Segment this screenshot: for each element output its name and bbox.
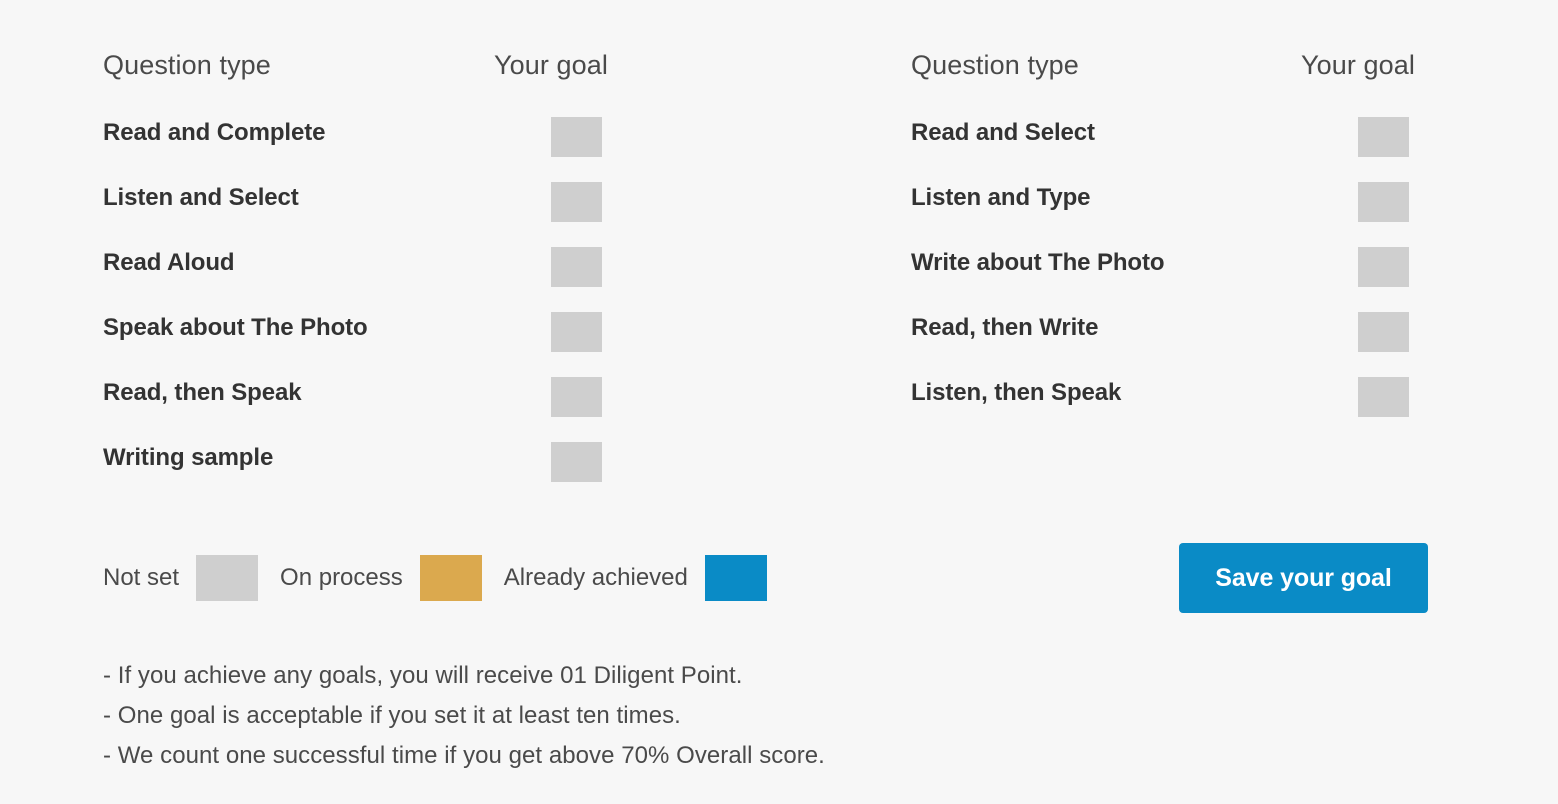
table-row: Listen and Type: [911, 180, 1471, 245]
question-type-column-right: Question type Your goal Read and Select …: [911, 48, 1471, 440]
column-header-your-goal: Your goal: [1301, 50, 1416, 80]
question-type-column-left: Question type Your goal Read and Complet…: [103, 48, 753, 505]
table-row: Read, then Write: [911, 310, 1471, 375]
column-header-your-goal: Your goal: [494, 50, 609, 80]
table-row: Write about The Photo: [911, 245, 1471, 310]
question-type-label: Writing sample: [103, 444, 274, 471]
table-row: Read and Select: [911, 115, 1471, 180]
question-rows-right: Read and Select Listen and Type Write ab…: [911, 115, 1471, 440]
goal-state-box[interactable]: [551, 377, 602, 417]
goal-state-box[interactable]: [551, 442, 602, 482]
legend-item-already-achieved: Already achieved: [504, 553, 767, 603]
goal-state-box[interactable]: [551, 312, 602, 352]
legend-swatch-not-set: [196, 555, 259, 601]
question-type-label: Listen, then Speak: [911, 379, 1122, 406]
goal-setting-page: Question type Your goal Read and Complet…: [0, 0, 1558, 804]
question-type-label: Read Aloud: [103, 249, 235, 276]
question-type-label: Read, then Write: [911, 314, 1099, 341]
goal-state-box[interactable]: [1358, 377, 1409, 417]
note-line: - We count one successful time if you ge…: [103, 742, 825, 769]
goal-state-box[interactable]: [1358, 247, 1409, 287]
save-your-goal-button[interactable]: Save your goal: [1179, 543, 1428, 613]
question-type-label: Write about The Photo: [911, 249, 1165, 276]
table-row: Read Aloud: [103, 245, 753, 310]
legend: Not set On process Already achieved: [103, 553, 767, 603]
legend-item-on-process: On process: [280, 553, 504, 603]
table-row: Speak about The Photo: [103, 310, 753, 375]
legend-label: On process: [280, 564, 403, 591]
question-type-label: Read and Complete: [103, 119, 326, 146]
goal-state-box[interactable]: [551, 182, 602, 222]
question-rows-left: Read and Complete Listen and Select Read…: [103, 115, 753, 505]
note-line: - One goal is acceptable if you set it a…: [103, 702, 681, 729]
question-type-label: Read, then Speak: [103, 379, 302, 406]
table-row: Writing sample: [103, 440, 753, 505]
question-type-label: Listen and Select: [103, 184, 299, 211]
column-header-question-type: Question type: [103, 50, 271, 80]
notes-list: - If you achieve any goals, you will rec…: [103, 656, 1103, 776]
goal-state-box[interactable]: [1358, 312, 1409, 352]
note-line: - If you achieve any goals, you will rec…: [103, 662, 743, 689]
table-row: Read, then Speak: [103, 375, 753, 440]
goal-state-box[interactable]: [551, 247, 602, 287]
legend-swatch-on-process: [419, 555, 482, 601]
goal-state-box[interactable]: [551, 117, 602, 157]
question-type-label: Speak about The Photo: [103, 314, 368, 341]
goal-state-box[interactable]: [1358, 117, 1409, 157]
column-header-question-type: Question type: [911, 50, 1079, 80]
column-header-right: Question type Your goal: [911, 48, 1471, 94]
question-type-label: Read and Select: [911, 119, 1095, 146]
goal-state-box[interactable]: [1358, 182, 1409, 222]
legend-label: Not set: [103, 564, 180, 591]
table-row: Listen and Select: [103, 180, 753, 245]
legend-swatch-already-achieved: [704, 555, 767, 601]
legend-label: Already achieved: [503, 564, 688, 591]
table-row: Read and Complete: [103, 115, 753, 180]
question-type-label: Listen and Type: [911, 184, 1091, 211]
legend-item-not-set: Not set: [103, 553, 280, 603]
column-header-left: Question type Your goal: [103, 48, 753, 94]
table-row: Listen, then Speak: [911, 375, 1471, 440]
